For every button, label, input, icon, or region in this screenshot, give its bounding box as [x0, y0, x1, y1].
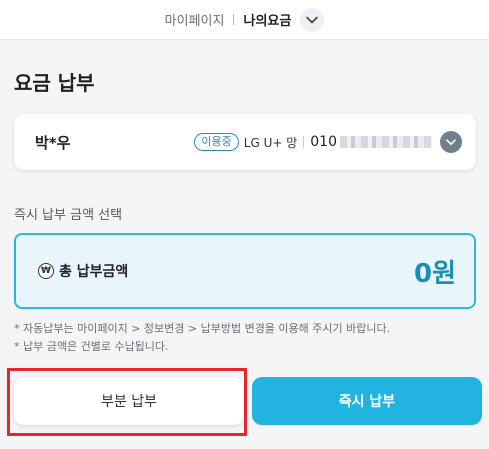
breadcrumb-mypage[interactable]: 마이페이지: [165, 10, 225, 29]
total-amount-value: 0원: [413, 258, 456, 289]
instant-payment-button[interactable]: 즉시 납부: [252, 377, 482, 425]
page-title: 요금 납부: [14, 71, 95, 95]
breadcrumb-divider: [233, 14, 235, 25]
notice-list: * 자동납부는 마이페이지 > 정보변경 > 납부방법 변경을 이용해 주시기 …: [14, 320, 390, 356]
chevron-down-icon: [446, 138, 456, 145]
won-icon: ₩: [38, 263, 54, 279]
account-holder-name: 박*우: [35, 133, 71, 152]
phone-number: 010: [310, 134, 337, 150]
chevron-down-icon: [306, 16, 319, 23]
menu-dropdown-button[interactable]: [300, 7, 325, 32]
total-amount-option[interactable]: ₩ 총 납부금액 0원: [14, 233, 476, 309]
total-amount-label: 총 납부금액: [59, 264, 129, 280]
notice-item: * 납부 금액은 건별로 수납됩니다.: [14, 340, 169, 353]
phone-number-masked: [340, 136, 432, 148]
account-select-button[interactable]: [440, 131, 462, 153]
top-navigation: 마이페이지 나의요금: [0, 0, 489, 40]
account-card: 박*우 이용중 LG U+ 망 010: [14, 114, 476, 170]
divider: [303, 136, 305, 148]
carrier-label: LG U+ 망: [243, 135, 298, 150]
notice-item: * 자동납부는 마이페이지 > 정보변경 > 납부방법 변경을 이용해 주시기 …: [14, 322, 391, 335]
breadcrumb-my-bill: 나의요금: [243, 14, 292, 29]
partial-payment-button[interactable]: 부분 납부: [14, 377, 244, 425]
status-badge: 이용중: [194, 133, 239, 151]
section-label: 즉시 납부 금액 선택: [14, 208, 123, 223]
